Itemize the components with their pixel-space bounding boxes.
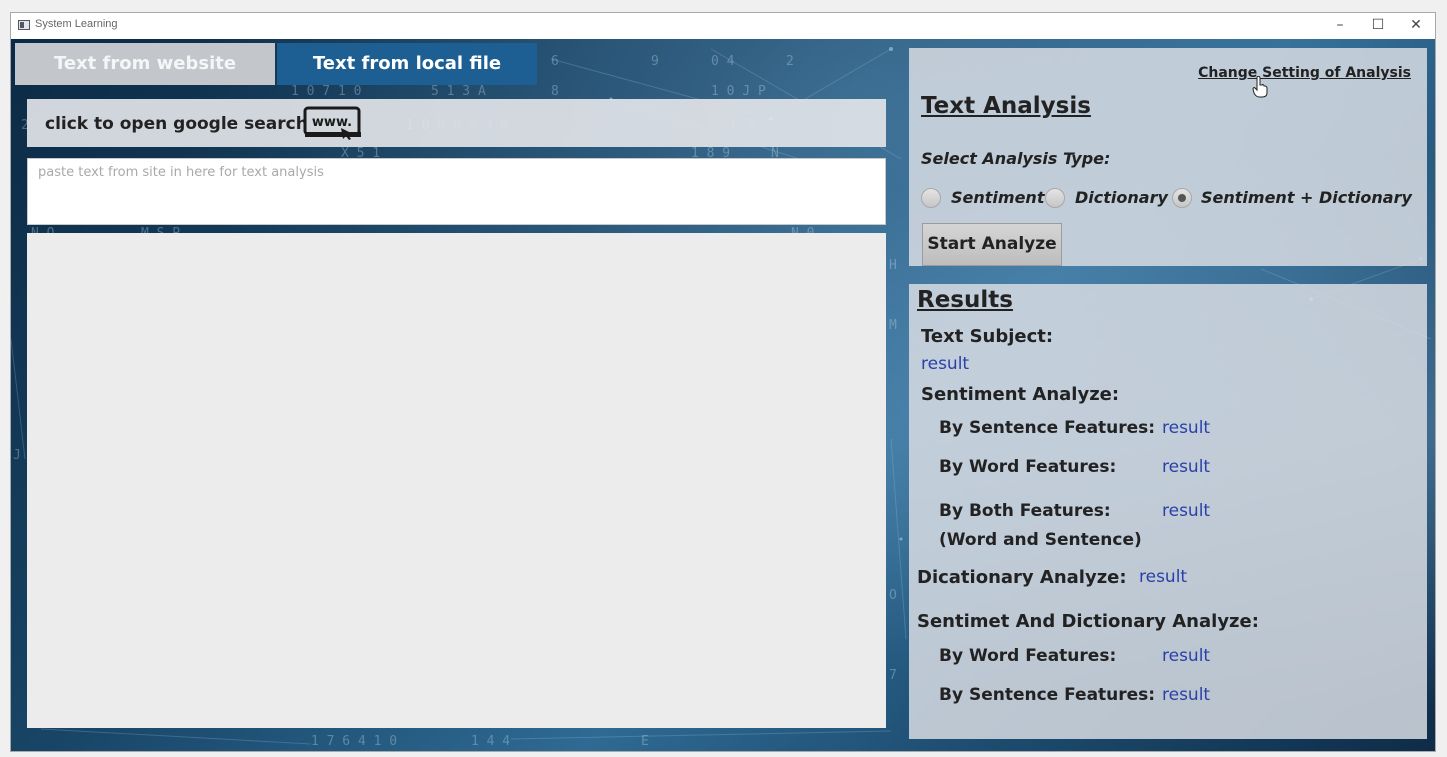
text-subject-value: result <box>921 354 970 374</box>
svg-text:1 0 J P: 1 0 J P <box>711 84 766 99</box>
svg-text:1 7 6 4 1 0: 1 7 6 4 1 0 <box>311 734 397 749</box>
app-window: System Learning – ☐ ✕ 6 9 0 4 2 5 1 3 A … <box>10 12 1436 752</box>
sd-by-sentence-features-label: By Sentence Features: <box>939 685 1156 705</box>
sentiment-analyze-label: Sentiment Analyze: <box>921 384 1120 405</box>
text-subject-label: Text Subject: <box>921 326 1054 347</box>
radio-sentiment-label[interactable]: Sentiment <box>951 188 1044 207</box>
radio-sentiment-dictionary[interactable] <box>1172 188 1192 208</box>
change-setting-link[interactable]: Change Setting of Analysis <box>1198 65 1411 81</box>
svg-text:H: H <box>889 258 897 273</box>
radio-sentiment-dictionary-label[interactable]: Sentiment + Dictionary <box>1201 188 1412 207</box>
svg-text:6: 6 <box>551 54 559 69</box>
title-bar[interactable]: System Learning – ☐ ✕ <box>11 13 1435 40</box>
by-sentence-features-label: By Sentence Features: <box>939 418 1156 438</box>
results-panel: Results Text Subject: result Sentiment A… <box>909 284 1427 739</box>
radio-dictionary[interactable] <box>1045 188 1065 208</box>
close-button[interactable]: ✕ <box>1397 13 1435 39</box>
svg-text:J: J <box>13 448 21 463</box>
svg-text:2: 2 <box>786 54 794 69</box>
svg-text:5 1 3 A: 5 1 3 A <box>431 84 486 99</box>
maximize-button[interactable]: ☐ <box>1359 13 1397 39</box>
select-analysis-type-label: Select Analysis Type: <box>921 149 1111 168</box>
radio-sentiment[interactable] <box>921 188 941 208</box>
minimize-button[interactable]: – <box>1321 13 1359 39</box>
www-icon-text: www. <box>312 115 352 130</box>
dictionary-analyze-label: Dicationary Analyze: <box>917 567 1127 588</box>
text-analysis-title: Text Analysis <box>921 93 1091 119</box>
main-content: 6 9 0 4 2 5 1 3 A 8 1 0 J P 1 0 7 1 0 1 … <box>11 39 1435 751</box>
text-analysis-panel: Change Setting of Analysis Text Analysis… <box>909 48 1427 266</box>
sd-by-word-features-value: result <box>1162 646 1211 666</box>
svg-text:8: 8 <box>551 84 559 99</box>
google-search-label[interactable]: click to open google search <box>45 114 308 134</box>
www-browser-icon[interactable]: www. <box>303 106 363 140</box>
tab-text-from-local-file[interactable]: Text from local file <box>277 43 537 85</box>
sentiment-dictionary-analyze-label: Sentimet And Dictionary Analyze: <box>917 611 1259 632</box>
svg-text:9: 9 <box>651 54 659 69</box>
svg-text:O: O <box>889 588 897 603</box>
by-both-features-value: result <box>1162 501 1211 521</box>
start-analyze-button[interactable]: Start Analyze <box>922 223 1062 266</box>
hand-cursor-icon <box>1252 76 1268 98</box>
svg-text:7: 7 <box>889 668 897 683</box>
svg-text:1 4 4: 1 4 4 <box>471 734 510 749</box>
svg-text:M: M <box>889 318 897 333</box>
text-display-area[interactable] <box>27 233 886 728</box>
by-both-features-sublabel: (Word and Sentence) <box>939 530 1142 550</box>
svg-text:1 0 7 1 0: 1 0 7 1 0 <box>291 84 361 99</box>
window-title: System Learning <box>35 18 118 30</box>
dictionary-analyze-value: result <box>1139 567 1188 587</box>
app-icon <box>18 20 30 30</box>
results-title: Results <box>917 287 1013 313</box>
by-both-features-label: By Both Features: <box>939 501 1111 521</box>
svg-text:0 4: 0 4 <box>711 54 735 69</box>
svg-text:E: E <box>641 734 649 749</box>
sd-by-word-features-label: By Word Features: <box>939 646 1117 666</box>
by-sentence-features-value: result <box>1162 418 1211 438</box>
paste-text-input[interactable]: paste text from site in here for text an… <box>27 158 886 225</box>
google-search-bar[interactable]: click to open google search www. <box>27 99 886 147</box>
by-word-features-value: result <box>1162 457 1211 477</box>
by-word-features-label: By Word Features: <box>939 457 1117 477</box>
sd-by-sentence-features-value: result <box>1162 685 1211 705</box>
radio-dictionary-label[interactable]: Dictionary <box>1075 188 1168 207</box>
tab-text-from-website[interactable]: Text from website <box>15 43 275 85</box>
